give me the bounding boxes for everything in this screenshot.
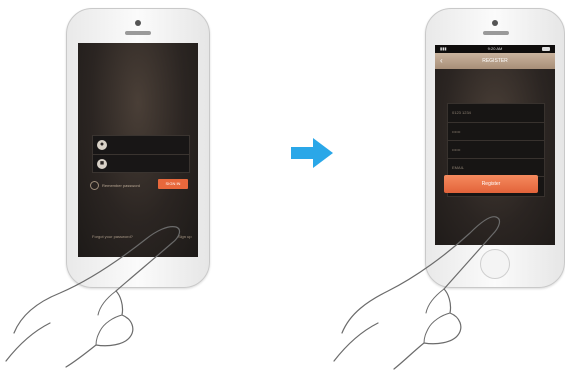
- hand-pointer-left: [5, 226, 181, 368]
- status-bar: ▮▮▮ 9:20 AM: [435, 45, 555, 53]
- status-time: 9:20 AM: [487, 46, 503, 51]
- phone-field[interactable]: 0123 1234: [448, 104, 544, 122]
- username-field[interactable]: ●: [93, 136, 189, 154]
- speaker-grille: [483, 31, 509, 35]
- login-form: ● ■: [92, 135, 190, 173]
- user-icon: ●: [97, 140, 107, 150]
- register-button[interactable]: Register: [444, 175, 538, 193]
- remember-password-checkbox[interactable]: Remember password: [90, 181, 140, 190]
- lock-icon: ■: [97, 159, 107, 169]
- battery-icon: [542, 47, 550, 51]
- back-icon[interactable]: ‹: [440, 53, 443, 69]
- arrow-right-icon: [291, 138, 333, 168]
- page-title: REGISTER: [482, 58, 508, 64]
- check-icon: [90, 181, 99, 190]
- camera-icon: [135, 20, 141, 26]
- confirm-password-field[interactable]: ••••••: [448, 140, 544, 158]
- email-field[interactable]: EMAIL: [448, 158, 544, 176]
- speaker-grille: [125, 31, 151, 35]
- password-field[interactable]: ••••••: [448, 122, 544, 140]
- hand-pointer-right: [333, 216, 501, 370]
- nav-bar: ‹ REGISTER: [435, 53, 555, 69]
- sign-in-button[interactable]: SIGN IN: [158, 179, 188, 189]
- remember-password-label: Remember password: [102, 183, 141, 188]
- camera-icon: [492, 20, 498, 26]
- password-field[interactable]: ■: [93, 154, 189, 173]
